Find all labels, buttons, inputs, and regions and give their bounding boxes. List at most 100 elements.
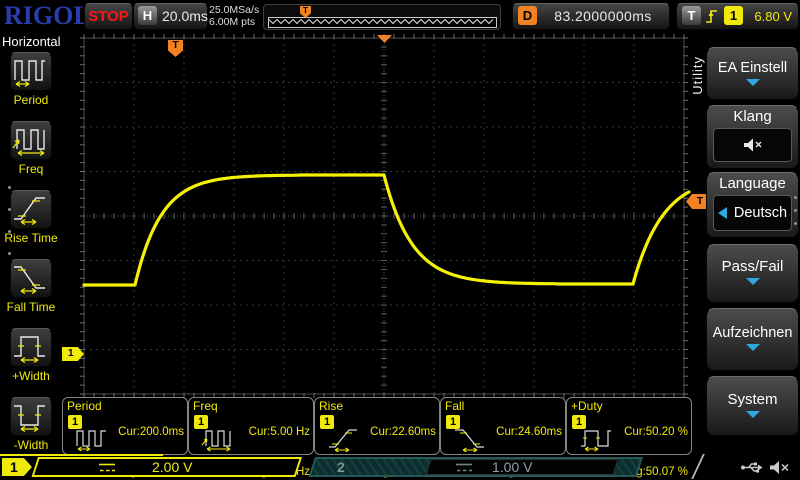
scroll-indicator-dot bbox=[8, 186, 11, 189]
d-badge: D bbox=[518, 6, 537, 25]
dc-coupling-icon bbox=[99, 463, 115, 472]
trigger-delay-marker-icon bbox=[377, 35, 392, 43]
menu-button-language[interactable]: Language Deutsch bbox=[706, 172, 799, 238]
channel1-waveform-trace bbox=[82, 173, 691, 287]
channel1-scale: 2.00 V bbox=[152, 459, 193, 475]
channel2-scale: 1.00 V bbox=[492, 459, 533, 475]
rise-glyph-icon bbox=[329, 429, 357, 452]
period-icon bbox=[14, 60, 45, 88]
menu-item-freq[interactable]: Freq bbox=[0, 121, 62, 176]
highlight-line bbox=[0, 454, 163, 456]
measurement-name: Period bbox=[67, 399, 102, 413]
menu-item-nwidth[interactable]: -Width bbox=[0, 397, 62, 452]
scroll-indicator-dot bbox=[8, 208, 11, 211]
scroll-indicator-dot bbox=[794, 209, 797, 212]
measurement-cur: Cur:24.60ms bbox=[496, 425, 562, 438]
menu-button-label: Language bbox=[719, 175, 786, 192]
sample-rate: 25.0MSa/s bbox=[209, 4, 260, 16]
menu-item-label: Fall Time bbox=[6, 300, 56, 314]
bottom-bar-divider bbox=[691, 454, 705, 479]
menu-button-klang[interactable]: Klang bbox=[706, 105, 799, 169]
horizontal-scale-badge: H 20.0ms bbox=[133, 3, 208, 30]
menu-item-rise-time[interactable]: Rise Time bbox=[0, 190, 62, 245]
channel2-badge[interactable]: 2 bbox=[337, 459, 345, 475]
measurement-name: Rise bbox=[319, 399, 344, 413]
trigger-badge: T 1 6.80 V bbox=[676, 3, 799, 30]
left-menu-title: Horizontal bbox=[2, 34, 61, 49]
menu-item-fall-time[interactable]: Fall Time bbox=[0, 259, 62, 314]
measurement-cur: Cur:22.60ms bbox=[370, 425, 436, 438]
t-badge: T bbox=[682, 6, 701, 25]
waveform-preview-strip: T bbox=[263, 4, 501, 30]
rise-time-icon bbox=[14, 197, 45, 226]
dropdown-arrow-icon bbox=[745, 344, 760, 351]
measurement-period[interactable]: Period 1 Cur:200.0ms Avg:200.0ms Max:200… bbox=[62, 397, 188, 478]
menu-button-label: EA Einstell bbox=[717, 60, 788, 76]
right-menu-tab-title: Utility bbox=[690, 56, 705, 95]
back-arrow-icon bbox=[717, 207, 727, 219]
oscilloscope-screen: RIGOL STOP H 20.0ms 25.0MSa/s 6.00M pts … bbox=[0, 0, 800, 480]
menu-item-label: Freq bbox=[18, 162, 44, 176]
channel1-ground-marker: 1 bbox=[62, 347, 84, 361]
measurement-fall[interactable]: Fall 1 Cur:24.60ms Avg:20.04ms Max:28.20… bbox=[440, 397, 566, 478]
memory-depth: 6.00M pts bbox=[209, 16, 256, 28]
measurement-cur: Cur:50.20 % bbox=[624, 425, 688, 438]
measurement-rise[interactable]: Rise 1 Cur:22.60ms Avg:20.40ms Max:23.40… bbox=[314, 397, 440, 478]
delay-badge: D 83.2000000ms bbox=[512, 3, 670, 30]
menu-button-aufzeichnen[interactable]: Aufzeichnen bbox=[706, 308, 799, 371]
dropdown-arrow-icon bbox=[745, 278, 760, 285]
menu-button-label: Aufzeichnen bbox=[712, 325, 793, 341]
menu-button-label: System bbox=[727, 391, 778, 408]
menu-item-label: +Width bbox=[12, 369, 50, 383]
menu-button-label: Pass/Fail bbox=[721, 258, 784, 275]
trigger-position-marker: T bbox=[168, 40, 183, 57]
speaker-muted-status-icon bbox=[770, 461, 789, 474]
graticule bbox=[80, 34, 688, 398]
measurement-name: +Duty bbox=[571, 399, 603, 413]
fall-time-icon bbox=[14, 266, 45, 295]
rising-edge-icon bbox=[706, 10, 717, 23]
acquisition-info: 25.0MSa/s 6.00M pts bbox=[209, 4, 259, 28]
language-value-box: Deutsch bbox=[713, 195, 792, 231]
dc-coupling-icon bbox=[456, 463, 472, 472]
measurement-name: Fall bbox=[445, 399, 465, 413]
measurement-name: Freq bbox=[193, 399, 218, 413]
scroll-indicator-dot bbox=[794, 196, 797, 199]
dropdown-arrow-icon bbox=[745, 79, 760, 86]
trigger-level-marker: T bbox=[686, 194, 706, 209]
menu-item-period[interactable]: Period bbox=[0, 52, 62, 107]
freq-icon bbox=[12, 129, 45, 157]
trigger-source-badge: 1 bbox=[724, 6, 743, 25]
brand-logo: RIGOL bbox=[4, 1, 91, 30]
preview-waveform-icon bbox=[269, 18, 494, 25]
scroll-indicator-dot bbox=[794, 222, 797, 225]
run-state-label: STOP bbox=[88, 8, 129, 25]
menu-button-pass-fail[interactable]: Pass/Fail bbox=[706, 244, 799, 303]
scroll-indicator-dot bbox=[8, 252, 11, 255]
usb-icon bbox=[741, 462, 763, 473]
menu-button-label: Klang bbox=[733, 108, 772, 125]
duty-glyph-icon bbox=[581, 430, 611, 452]
dropdown-arrow-icon bbox=[745, 411, 760, 418]
measurement-cur: Cur:5.00 Hz bbox=[248, 425, 310, 438]
pwidth-icon bbox=[14, 336, 45, 364]
measurement-pduty[interactable]: +Duty 1 Cur:50.20 % Avg:50.07 % Max:50.2… bbox=[566, 397, 692, 478]
fall-glyph-icon bbox=[455, 429, 484, 452]
measurement-cur: Cur:200.0ms bbox=[118, 425, 184, 438]
menu-button-system[interactable]: System bbox=[706, 376, 799, 436]
timebase-value: 20.0ms bbox=[162, 8, 208, 24]
menu-item-label: Period bbox=[13, 93, 49, 107]
trigger-level-value: 6.80 V bbox=[754, 9, 792, 24]
menu-item-pwidth[interactable]: +Width bbox=[0, 328, 62, 383]
menu-button-ea-einstell[interactable]: EA Einstell bbox=[706, 47, 799, 100]
delay-value: 83.2000000ms bbox=[554, 8, 652, 24]
freq-glyph-icon bbox=[201, 430, 231, 452]
menu-item-label: Rise Time bbox=[4, 231, 58, 245]
sound-setting-box bbox=[713, 128, 792, 162]
language-value: Deutsch bbox=[733, 205, 788, 221]
measurement-freq[interactable]: Freq 1 Cur:5.00 Hz Avg:5.00 Hz Max:5.00 … bbox=[188, 397, 314, 478]
scroll-indicator-dot bbox=[8, 230, 11, 233]
channel1-badge[interactable]: 1 bbox=[2, 458, 32, 476]
period-glyph-icon bbox=[76, 430, 106, 452]
speaker-muted-icon bbox=[743, 138, 761, 152]
